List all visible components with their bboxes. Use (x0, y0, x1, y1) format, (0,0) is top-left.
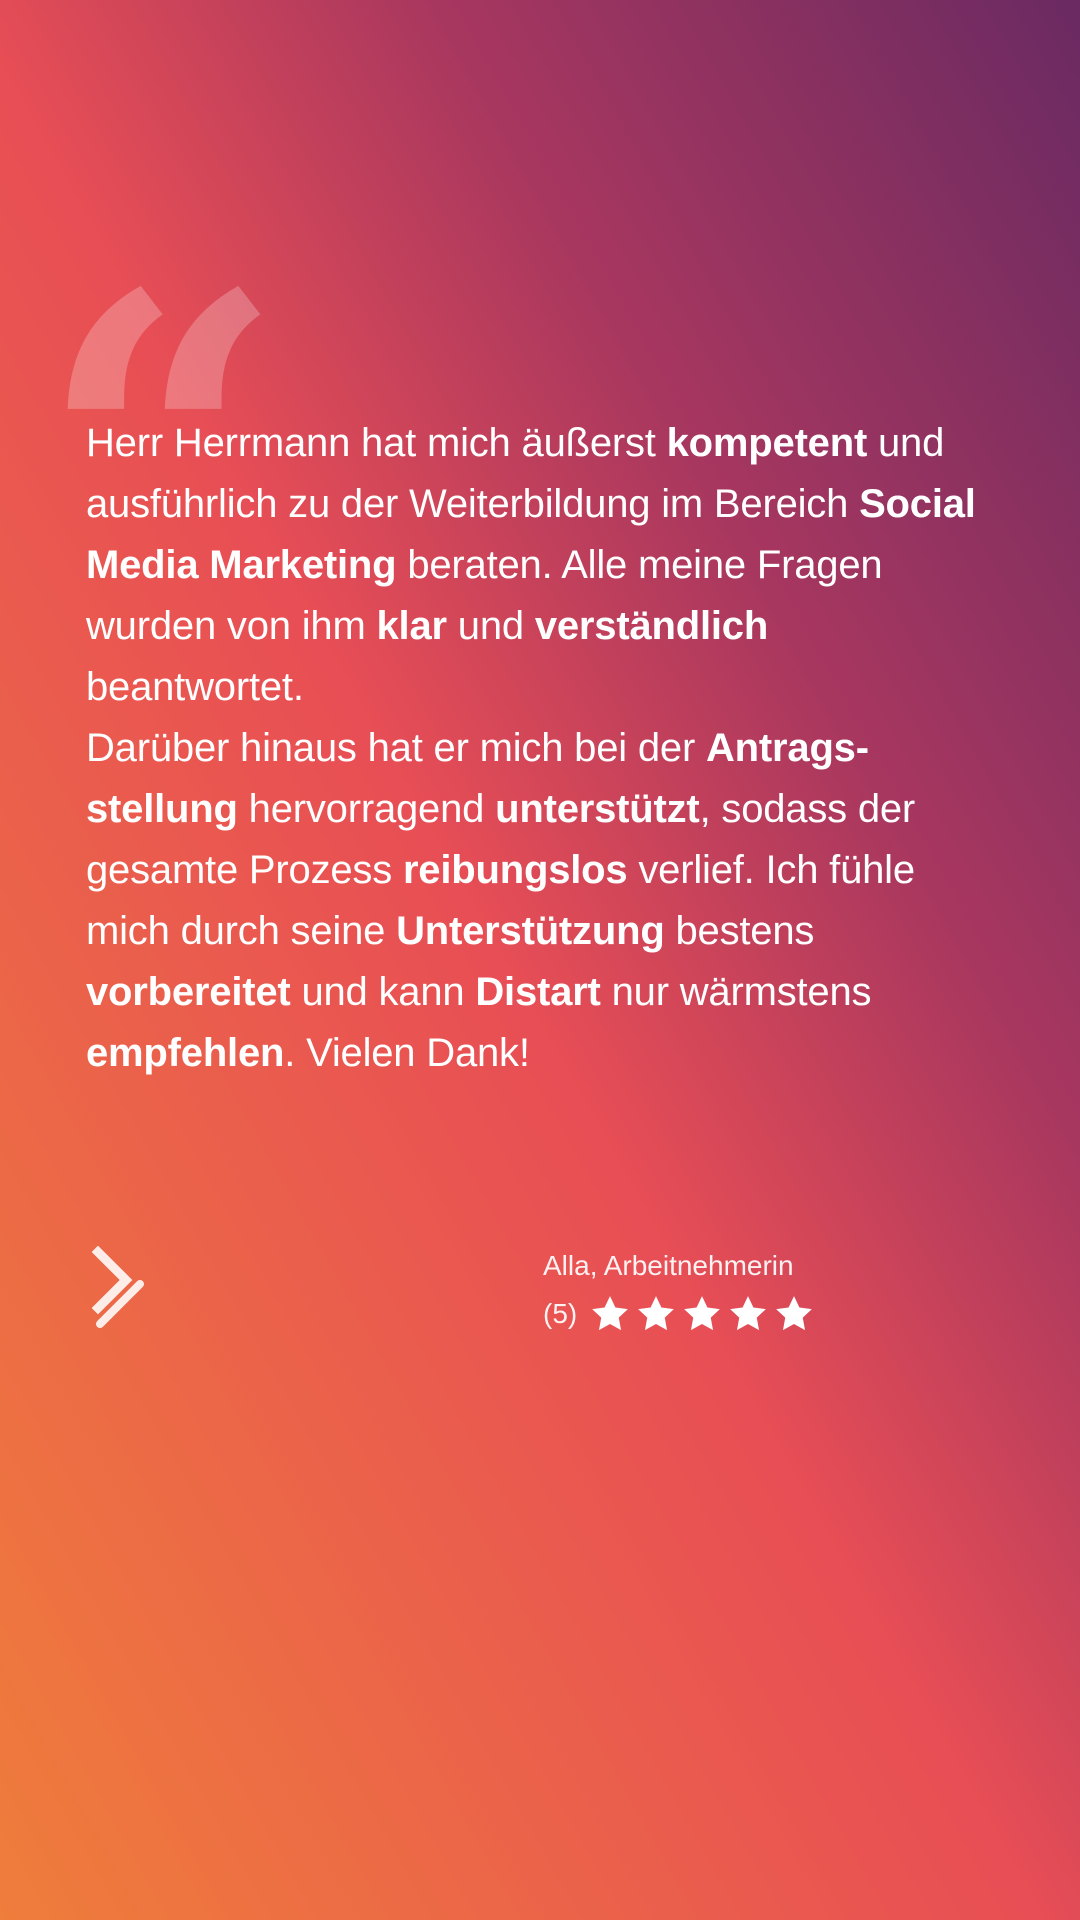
review-fragment: beantwortet. (86, 665, 304, 709)
review-emphasis: verständlich (534, 604, 769, 648)
review-emphasis: empfehlen (86, 1031, 285, 1075)
rating: (5) (543, 1290, 815, 1338)
review-author: Alla, Arbeitnehmerin (543, 1250, 794, 1281)
review-fragment: nur wärmstens (600, 970, 872, 1014)
star-rating (589, 1293, 815, 1335)
review-fragment: Herr Herrmann hat mich äußerst (86, 421, 667, 465)
review-fragment: . Vielen Dank! (284, 1031, 530, 1075)
review-fragment: und kann (290, 970, 476, 1014)
star-icon (730, 1296, 767, 1331)
star-icon (638, 1296, 675, 1331)
star-icon (684, 1296, 721, 1331)
review-emphasis: reibungslos (402, 848, 628, 892)
rating-count: (5) (543, 1298, 578, 1329)
review-fragment: und (446, 604, 535, 648)
review-emphasis: unterstützt (495, 787, 700, 831)
review-text: Herr Herrmann hat mich äußerst kompetent… (86, 413, 986, 1084)
review-emphasis: klar (376, 604, 447, 648)
review-emphasis: vorbereitet (86, 970, 291, 1014)
star-icon (592, 1296, 629, 1331)
review-emphasis: kompetent (666, 421, 868, 465)
review-fragment: bestens (664, 909, 815, 953)
review-emphasis: Unterstützung (396, 909, 665, 953)
distart-logo-icon (92, 1246, 144, 1328)
star-icon (776, 1296, 813, 1331)
review-fragment: Darüber hinaus hat er mich bei der (86, 726, 706, 770)
review-fragment: hervorragend (237, 787, 496, 831)
review-emphasis: Distart (475, 970, 601, 1014)
